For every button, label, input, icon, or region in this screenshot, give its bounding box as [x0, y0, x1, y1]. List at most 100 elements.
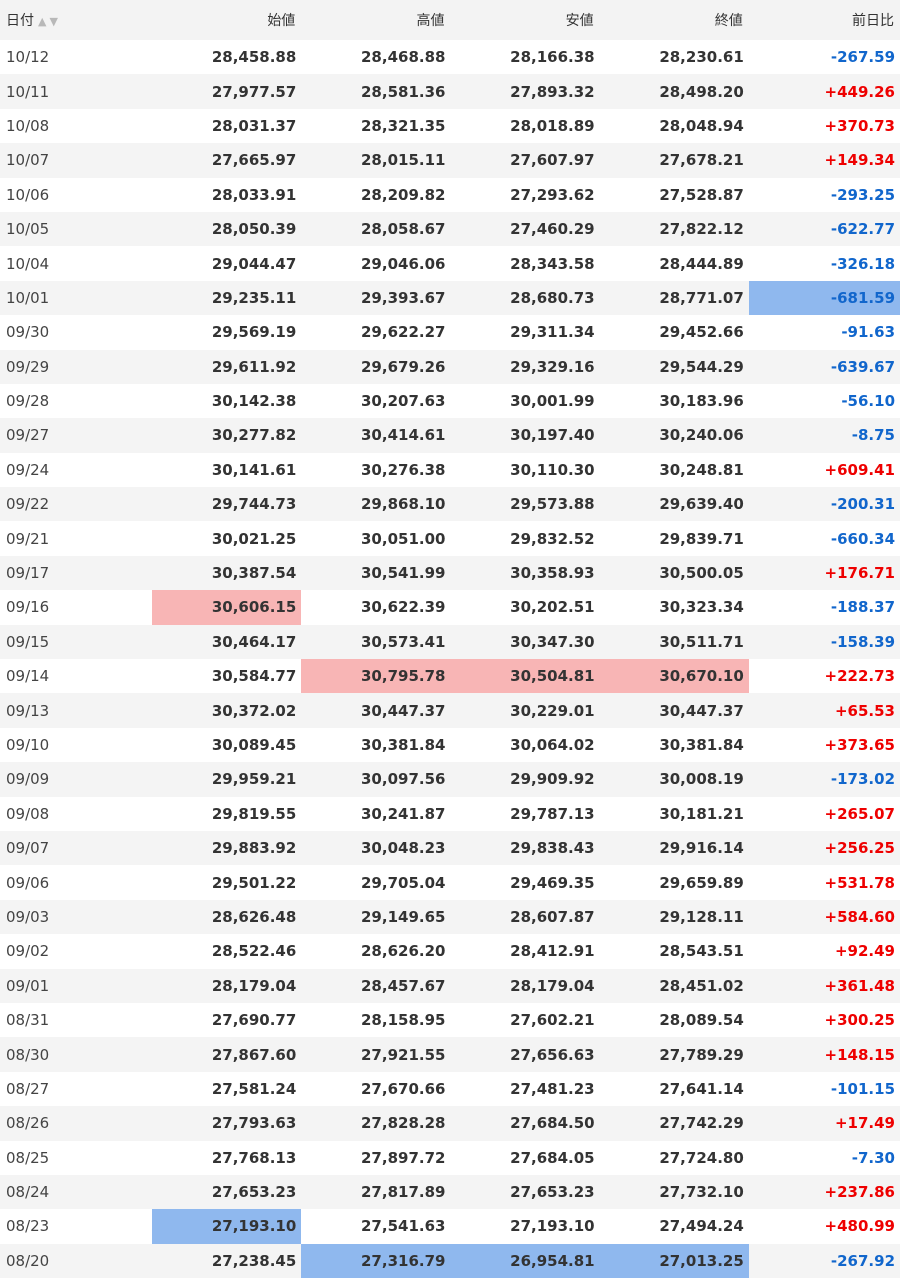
high-cell: 30,207.63: [361, 392, 446, 411]
date-cell: 09/17: [6, 564, 50, 583]
change-cell: -681.59: [748, 280, 900, 316]
close-cell: 28,048.94: [659, 116, 744, 135]
low-column-header: 安値: [565, 13, 594, 29]
open-cell: 29,744.73: [211, 495, 297, 514]
high-cell: 28,468.88: [361, 48, 446, 67]
open-cell: 27,238.45: [211, 1251, 297, 1270]
change-cell: +148.15: [824, 1045, 895, 1064]
high-cell: 30,622.39: [361, 598, 446, 617]
date-column-header[interactable]: 日付 ▲ ▼: [0, 0, 152, 40]
date-cell: 09/15: [6, 632, 50, 651]
close-cell: 27,013.25: [599, 1243, 749, 1279]
change-cell: -7.30: [851, 1148, 895, 1167]
open-cell: 30,141.61: [211, 460, 297, 479]
date-cell: 08/30: [6, 1045, 50, 1064]
close-cell: 28,089.54: [659, 1011, 744, 1030]
open-cell: 28,179.04: [211, 976, 297, 995]
change-cell: +237.86: [824, 1183, 895, 1202]
table-row: 09/13 30,372.02 30,447.37 30,229.01 30,447.3…: [0, 693, 900, 728]
date-cell: 09/30: [6, 323, 50, 342]
table-row: 08/23 27,193.10 27,541.63 27,193.10 27,494.2…: [0, 1209, 900, 1244]
date-cell: 09/08: [6, 804, 50, 823]
date-cell: 09/10: [6, 736, 50, 754]
change-cell: -293.25: [830, 185, 895, 204]
open-cell: 30,277.82: [211, 426, 297, 445]
change-cell: -158.39: [830, 632, 895, 651]
close-cell: 30,323.34: [659, 598, 744, 617]
table-row: 10/12 28,458.88 28,468.88 28,166.38 28,230.6…: [0, 40, 900, 75]
low-cell: 26,954.81: [450, 1243, 600, 1279]
table-row: 09/22 29,744.73 29,868.10 29,573.88 29,639.4…: [0, 487, 900, 522]
close-cell: 27,528.87: [659, 185, 744, 204]
table-row: 08/26 27,793.63 27,828.28 27,684.50 27,742.2…: [0, 1106, 900, 1141]
date-cell: 09/22: [6, 495, 50, 514]
table-row: 09/14 30,584.77 30,795.78 30,504.81 30,670.1…: [0, 659, 900, 694]
low-cell: 28,680.73: [510, 288, 595, 307]
open-cell: 27,193.10: [152, 1209, 302, 1244]
change-cell: +65.53: [834, 701, 895, 720]
high-cell: 30,276.38: [361, 460, 446, 479]
open-cell: 30,372.02: [211, 701, 297, 720]
open-cell: 29,235.11: [211, 288, 297, 307]
change-cell: +370.73: [824, 116, 895, 135]
price-table: 日付 ▲ ▼ 始値 高値 安値 終値 前日比 10/12 28,458.88 28,46…: [0, 0, 900, 1279]
close-cell: 30,670.10: [599, 659, 749, 694]
high-cell: 30,097.56: [361, 770, 446, 789]
table-row: 10/08 28,031.37 28,321.35 28,018.89 28,048.9…: [0, 108, 900, 144]
open-cell: 29,819.55: [211, 804, 297, 823]
low-cell: 27,602.21: [510, 1011, 595, 1030]
high-cell: 28,058.67: [361, 220, 446, 239]
high-cell: 27,828.28: [361, 1114, 446, 1133]
sort-descending-icon[interactable]: ▼: [49, 15, 57, 28]
high-cell: 30,541.99: [361, 564, 446, 583]
date-cell: 09/14: [6, 667, 50, 686]
low-cell: 30,197.40: [510, 426, 595, 445]
open-cell: 30,387.54: [211, 564, 297, 583]
date-cell: 10/12: [6, 48, 50, 67]
close-cell: 28,771.07: [659, 288, 744, 307]
open-cell: 29,501.22: [211, 873, 297, 892]
date-cell: 09/01: [6, 976, 50, 995]
change-cell: -622.77: [830, 220, 895, 239]
low-cell: 30,229.01: [510, 701, 595, 720]
date-cell: 09/02: [6, 942, 50, 961]
close-cell: 28,451.02: [659, 976, 744, 995]
table-row: 08/30 27,867.60 27,921.55 27,656.63 27,789.2…: [0, 1037, 900, 1072]
close-cell: 27,789.29: [659, 1045, 744, 1064]
low-cell: 28,179.04: [510, 976, 595, 995]
high-cell: 28,209.82: [361, 185, 446, 204]
date-cell: 08/23: [6, 1217, 50, 1236]
close-cell: 29,916.14: [659, 839, 744, 858]
date-cell: 10/04: [6, 254, 50, 273]
change-cell: +222.73: [824, 667, 895, 686]
sort-ascending-icon[interactable]: ▲: [38, 15, 46, 28]
change-cell: -639.67: [830, 357, 895, 376]
table-row: 09/29 29,611.92 29,679.26 29,329.16 29,544.2…: [0, 349, 900, 384]
table-row: 09/24 30,141.61 30,276.38 30,110.30 30,248.8…: [0, 452, 900, 488]
low-cell: 29,469.35: [510, 873, 595, 892]
date-cell: 10/07: [6, 151, 50, 170]
open-cell: 29,959.21: [211, 770, 297, 789]
open-cell: 28,522.46: [211, 942, 297, 961]
open-cell: 30,089.45: [211, 736, 297, 754]
date-cell: 10/08: [6, 116, 50, 135]
open-column-header: 始値: [267, 13, 296, 29]
high-cell: 29,622.27: [361, 323, 446, 342]
low-cell: 30,110.30: [510, 460, 595, 479]
date-header-label: 日付: [6, 13, 34, 29]
open-cell: 27,653.23: [211, 1183, 297, 1202]
close-cell: 30,183.96: [659, 392, 744, 411]
low-cell: 27,893.32: [510, 82, 595, 101]
high-cell: 30,381.84: [361, 736, 446, 754]
high-cell: 27,921.55: [361, 1045, 446, 1064]
table-header: 日付 ▲ ▼ 始値 高値 安値 終値 前日比: [0, 0, 900, 40]
low-cell: 29,311.34: [510, 323, 595, 342]
high-cell: 27,897.72: [361, 1148, 446, 1167]
change-cell: -101.15: [830, 1079, 895, 1098]
table-row: 09/10 30,089.45 30,381.84 30,064.02 30,381.8…: [0, 727, 900, 763]
low-cell: 27,684.50: [510, 1114, 595, 1133]
change-cell: -188.37: [830, 598, 895, 617]
open-cell: 27,793.63: [211, 1114, 297, 1133]
date-cell: 09/21: [6, 529, 50, 548]
change-cell: +17.49: [834, 1114, 895, 1133]
